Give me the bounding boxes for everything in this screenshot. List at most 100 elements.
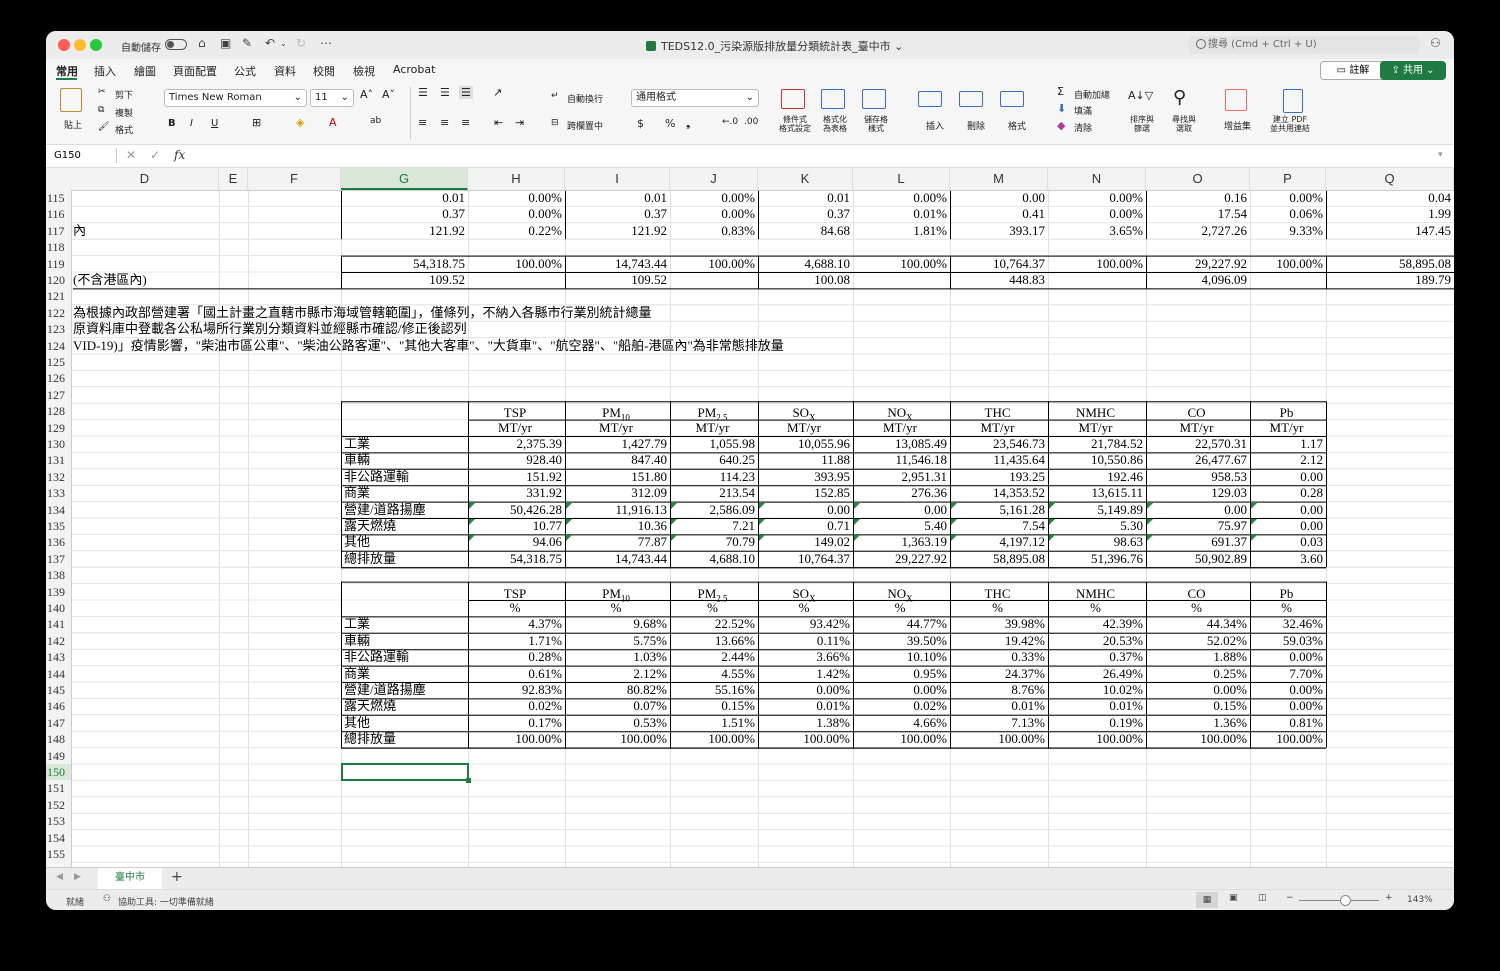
autosum-icon[interactable]: Σ — [1057, 85, 1064, 98]
insert-function-button[interactable]: fx — [174, 148, 185, 162]
align-right-icon[interactable]: ≡ — [461, 116, 470, 129]
row-header[interactable]: 136 — [46, 534, 71, 550]
column-header[interactable]: I — [565, 168, 670, 190]
error-indicator[interactable] — [951, 519, 957, 525]
row-header[interactable]: 126 — [46, 370, 71, 386]
row-header[interactable]: 146 — [46, 698, 71, 714]
row-header[interactable]: 148 — [46, 731, 71, 747]
cancel-icon[interactable]: ✕ — [126, 148, 136, 162]
row-header[interactable]: 147 — [46, 715, 71, 731]
expand-formula-icon[interactable]: ▾ — [1438, 150, 1443, 160]
format-painter-label[interactable]: 格式 — [115, 123, 133, 136]
number-format-select[interactable]: 通用格式 ⌄ — [631, 89, 759, 107]
row-header[interactable]: 144 — [46, 666, 71, 682]
row-header[interactable]: 151 — [46, 780, 71, 796]
zoom-out-icon[interactable]: − — [1286, 893, 1294, 903]
home-icon[interactable]: ⌂ — [198, 36, 206, 50]
row-header[interactable]: 153 — [46, 813, 71, 829]
font-name-select[interactable]: Times New Roman ⌄ — [164, 89, 307, 107]
error-indicator[interactable] — [759, 502, 765, 509]
row-header[interactable]: 143 — [46, 649, 71, 665]
error-indicator[interactable] — [469, 502, 475, 509]
autosum-button[interactable]: 自動加總 — [1074, 88, 1110, 101]
row-header[interactable]: 152 — [46, 797, 71, 813]
tab-acrobat[interactable]: Acrobat — [393, 63, 435, 76]
comment-button[interactable]: ▭ 註解 — [1320, 61, 1386, 80]
tab-home[interactable]: 常用 — [56, 63, 78, 79]
merge-icon[interactable]: ⊟ — [551, 118, 559, 128]
row-header[interactable]: 128 — [46, 403, 71, 419]
error-indicator[interactable] — [1251, 535, 1257, 542]
bold-icon[interactable]: B — [168, 118, 176, 129]
spreadsheet-grid[interactable]: DEFGHIJKLMNOPQ 115 116 117 118 119 120 121 122 1… — [46, 168, 1454, 867]
cell-styles-label[interactable]: 儲存格 樣式 — [864, 115, 888, 133]
row-header[interactable]: 121 — [46, 288, 71, 304]
percent-icon[interactable]: % — [665, 117, 675, 130]
orientation-icon[interactable]: ↗ — [493, 86, 502, 99]
cut-icon[interactable]: ✂ — [98, 87, 106, 97]
row-header[interactable]: 138 — [46, 567, 71, 583]
delete-cells-icon[interactable] — [959, 91, 983, 107]
autosave-toggle[interactable] — [165, 39, 187, 50]
page-layout-view-icon[interactable]: ▣ — [1229, 893, 1238, 903]
row-header[interactable]: 124 — [46, 338, 71, 354]
tab-review[interactable]: 校閱 — [313, 63, 335, 79]
column-header[interactable]: Q — [1326, 168, 1454, 190]
column-header[interactable]: K — [758, 168, 853, 190]
prev-sheet-icon[interactable]: ◀ — [56, 872, 63, 882]
add-sheet-icon[interactable]: + — [171, 869, 183, 885]
row-header[interactable]: 122 — [46, 305, 71, 321]
column-header[interactable]: L — [853, 168, 950, 190]
error-indicator[interactable] — [951, 502, 957, 509]
currency-icon[interactable]: $ — [637, 117, 644, 130]
page-break-view-icon[interactable]: ◫ — [1258, 893, 1267, 903]
error-indicator[interactable] — [854, 502, 860, 509]
row-header[interactable]: 155 — [46, 846, 71, 862]
row-header[interactable]: 129 — [46, 420, 71, 436]
column-header[interactable]: F — [248, 168, 341, 190]
tab-insert[interactable]: 插入 — [94, 63, 116, 79]
normal-view-icon[interactable]: ▦ — [1196, 892, 1218, 908]
align-center-icon[interactable]: ≡ — [440, 116, 449, 129]
addins-label[interactable]: 增益集 — [1224, 119, 1251, 132]
merge-center-button[interactable]: 跨欄置中 — [567, 119, 603, 132]
conditional-format-label[interactable]: 條件式 格式設定 — [779, 115, 811, 133]
row-header[interactable]: 131 — [46, 452, 71, 468]
create-pdf-label[interactable]: 建立 PDF 並共用連結 — [1270, 115, 1310, 133]
edit-icon[interactable]: ✎ — [242, 36, 252, 50]
cell-styles-icon[interactable] — [862, 89, 886, 109]
tab-view[interactable]: 檢視 — [353, 63, 375, 79]
wrap-text-button[interactable]: 自動換行 — [567, 92, 603, 105]
row-header[interactable]: 137 — [46, 551, 71, 567]
error-indicator[interactable] — [566, 519, 572, 525]
font-size-select[interactable]: 11 ⌄ — [310, 89, 354, 107]
row-header[interactable]: 150 — [46, 764, 71, 780]
align-left-icon[interactable]: ≡ — [418, 116, 427, 129]
clear-button[interactable]: 清除 — [1074, 121, 1092, 134]
copy-icon[interactable]: ⧉ — [98, 105, 104, 115]
error-indicator[interactable] — [566, 535, 572, 542]
error-indicator[interactable] — [1049, 502, 1055, 509]
error-indicator[interactable] — [671, 502, 677, 509]
font-color-icon[interactable]: A — [329, 116, 337, 129]
fill-button[interactable]: 填滿 — [1074, 104, 1092, 117]
share-button[interactable]: ⇪ 共用 ⌄ — [1380, 61, 1446, 80]
error-indicator[interactable] — [469, 519, 475, 525]
column-header[interactable]: J — [670, 168, 758, 190]
clear-icon[interactable]: ◆ — [1057, 119, 1065, 132]
error-indicator[interactable] — [759, 535, 765, 542]
sort-filter-label[interactable]: 排序與 篩選 — [1130, 115, 1154, 133]
error-indicator[interactable] — [854, 535, 860, 542]
row-header[interactable]: 115 — [46, 190, 71, 206]
more-icon[interactable]: ⋯ — [320, 36, 332, 50]
row-header[interactable]: 127 — [46, 387, 71, 403]
format-painter-icon[interactable]: 🖌 — [98, 122, 109, 132]
row-header[interactable]: 133 — [46, 485, 71, 501]
row-header[interactable]: 116 — [46, 206, 71, 222]
row-header[interactable]: 125 — [46, 354, 71, 370]
find-select-icon[interactable]: ⚲ — [1173, 87, 1186, 108]
column-header[interactable]: M — [950, 168, 1048, 190]
row-header[interactable]: 154 — [46, 830, 71, 846]
format-as-table-icon[interactable] — [821, 89, 845, 109]
delete-cells-label[interactable]: 刪除 — [967, 119, 985, 132]
